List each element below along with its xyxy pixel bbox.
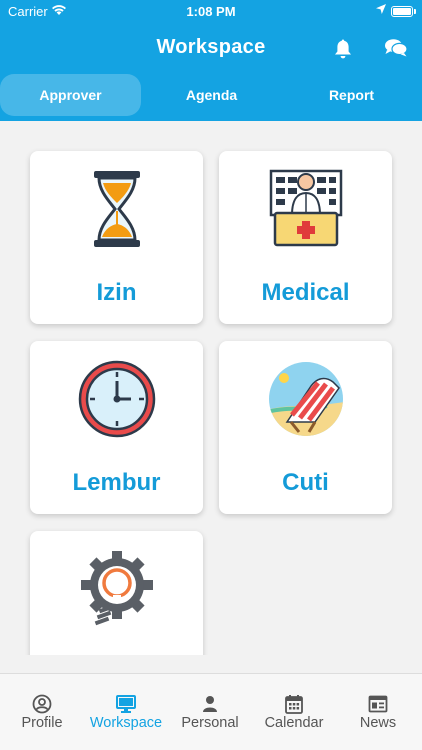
card-label: Cuti [282, 469, 329, 496]
status-bar: Carrier 1:08 PM [0, 0, 422, 24]
battery-icon [391, 6, 413, 17]
gear-bulb-icon [80, 551, 153, 626]
nav-personal[interactable]: Personal [168, 674, 252, 750]
card-label: Medical [261, 279, 350, 306]
tab-report[interactable]: Report [281, 74, 422, 116]
chat-icon[interactable] [384, 38, 408, 58]
nav-profile[interactable]: Profile [0, 674, 84, 750]
calendar-icon [285, 695, 303, 714]
menu-grid: Izin Medical Lembur Cuti [0, 121, 422, 655]
nav-label: News [359, 715, 397, 731]
profile-icon [32, 694, 52, 714]
tab-approver[interactable]: Approver [0, 74, 141, 116]
card-label: Lembur [72, 469, 161, 496]
battery-tip [414, 9, 416, 14]
tab-agenda[interactable]: Agenda [141, 74, 282, 116]
card-lembur[interactable]: Lembur [30, 341, 203, 514]
nav-label: Personal [181, 715, 239, 731]
nav-label: Profile [21, 715, 63, 731]
tab-bar: Approver Agenda Report [0, 74, 422, 116]
bottom-nav: Profile Workspace Personal Calendar News [0, 673, 422, 750]
bell-icon[interactable] [333, 38, 353, 60]
card-label: Izin [96, 279, 137, 306]
nav-label: Calendar [264, 715, 324, 731]
card-cuti[interactable]: Cuti [219, 341, 392, 514]
page-title: Workspace [156, 36, 266, 58]
beach-chair-icon [268, 362, 343, 436]
monitor-icon [116, 695, 136, 713]
app-header: Carrier 1:08 PM Workspace Approver Agend… [0, 0, 422, 121]
card-izin[interactable]: Izin [30, 151, 203, 324]
nav-news[interactable]: News [336, 674, 420, 750]
nav-label: Workspace [89, 715, 163, 731]
hourglass-icon [93, 171, 140, 247]
nav-calendar[interactable]: Calendar [252, 674, 336, 750]
clock-icon [78, 360, 155, 438]
nav-workspace[interactable]: Workspace [84, 674, 168, 750]
news-icon [368, 695, 388, 713]
doctor-icon [269, 169, 342, 247]
clock-time: 1:08 PM [186, 4, 236, 19]
card-medical[interactable]: Medical [219, 151, 392, 324]
location-arrow-icon [376, 4, 386, 14]
person-icon [203, 696, 217, 712]
card-gear-bulb[interactable] [30, 531, 203, 655]
